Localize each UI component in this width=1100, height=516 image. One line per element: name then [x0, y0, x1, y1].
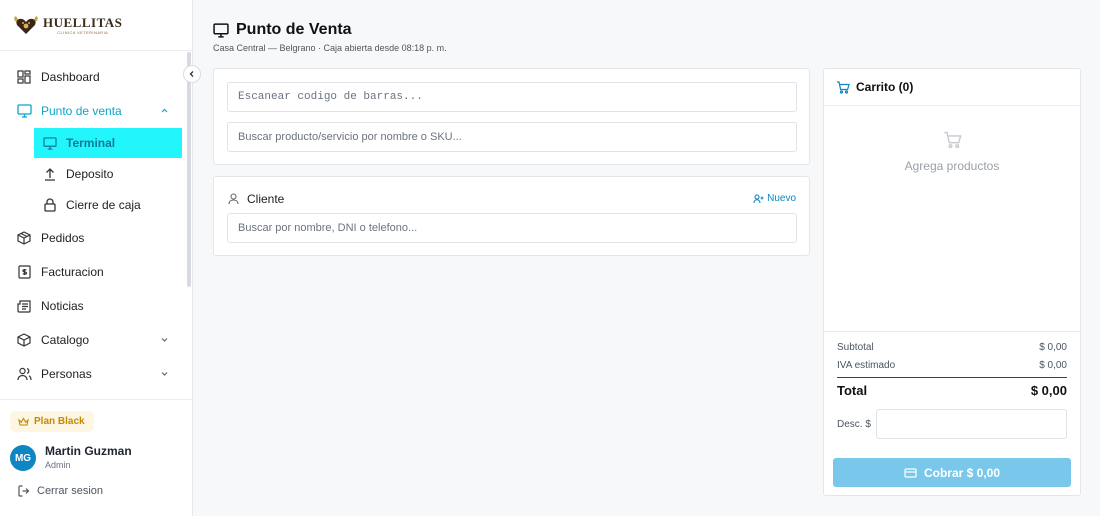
brand-name: HUELLITAS	[43, 14, 123, 30]
sidebar-footer: Plan Black MG Martin Guzman Admin Cerrar…	[0, 399, 192, 516]
cart-icon	[836, 80, 850, 94]
sidebar-item-label: Facturacion	[41, 265, 104, 279]
crown-icon	[18, 416, 29, 427]
subtotal-value: $ 0,00	[1039, 342, 1067, 353]
logout-icon	[18, 485, 30, 497]
total-row: Total $ 0,00	[837, 383, 1067, 398]
monitor-icon	[42, 135, 58, 151]
chevron-down-icon	[160, 333, 169, 347]
monitor-icon	[16, 103, 32, 119]
sidebar-item-pedidos[interactable]: Pedidos	[0, 221, 187, 255]
package-icon	[16, 230, 32, 246]
cart-empty-state: Agrega productos	[824, 131, 1080, 173]
sidebar-subitem-deposito[interactable]: Deposito	[34, 159, 182, 189]
barcode-input[interactable]: Escanear codigo de barras...	[227, 82, 797, 112]
logout-button[interactable]: Cerrar sesion	[18, 485, 103, 497]
client-card: Cliente Nuevo Buscar por nombre, DNI o t…	[213, 176, 810, 256]
plan-badge[interactable]: Plan Black	[10, 411, 94, 432]
iva-label: IVA estimado	[837, 360, 896, 371]
iva-value: $ 0,00	[1039, 360, 1067, 371]
sidebar-item-label: Dashboard	[41, 70, 100, 84]
user-plus-icon	[753, 193, 764, 204]
sidebar-subitem-label: Terminal	[66, 136, 116, 150]
sidebar-subitem-cierre-de-caja[interactable]: Cierre de caja	[34, 190, 182, 220]
brand-logo[interactable]: HUELLITAS CLINICA VETERINARIA	[0, 0, 192, 51]
sidebar-subitem-terminal[interactable]: Terminal	[34, 128, 182, 158]
charge-label: Cobrar $ 0,00	[923, 465, 1001, 480]
cart-panel: Carrito (0) Agrega productos Subtotal $ …	[823, 68, 1081, 496]
chevron-up-icon	[160, 104, 169, 118]
sidebar-item-label: Punto de venta	[41, 104, 122, 118]
collapse-sidebar-button[interactable]	[183, 65, 201, 83]
cart-icon	[943, 131, 962, 149]
product-search-input[interactable]: Buscar producto/servicio por nombre o SK…	[227, 122, 797, 152]
page-header: Punto de Venta Casa Central — Belgrano ·…	[213, 21, 447, 53]
product-search-placeholder: Buscar producto/servicio por nombre o SK…	[238, 131, 462, 143]
sidebar-item-facturacion[interactable]: Facturacion	[0, 255, 187, 289]
lock-icon	[42, 197, 58, 213]
box-icon	[16, 332, 32, 348]
client-search-input[interactable]: Buscar por nombre, DNI o telefono...	[227, 213, 797, 243]
sidebar-item-personas[interactable]: Personas	[0, 357, 187, 391]
subtotal-row: Subtotal $ 0,00	[837, 342, 1067, 353]
newspaper-icon	[16, 298, 32, 314]
paw-heart-logo-icon	[12, 13, 40, 37]
barcode-placeholder: Escanear codigo de barras...	[238, 91, 423, 103]
sidebar-item-punto-de-venta[interactable]: Punto de venta	[0, 94, 187, 128]
credit-card-icon	[904, 467, 917, 478]
chevron-left-icon	[188, 70, 196, 78]
cart-totals: Subtotal $ 0,00 IVA estimado $ 0,00 Tota…	[824, 331, 1080, 487]
plan-label: Plan Black	[34, 416, 85, 427]
discount-label: Desc. $	[837, 419, 871, 430]
sidebar-item-label: Personas	[41, 367, 92, 381]
invoice-icon	[16, 264, 32, 280]
logout-label: Cerrar sesion	[37, 485, 104, 497]
totals-divider	[837, 377, 1067, 378]
client-title: Cliente	[247, 192, 285, 206]
page-title: Punto de Venta	[236, 21, 352, 38]
sidebar-nav: Dashboard Punto de venta Terminal Deposi…	[0, 60, 187, 391]
sidebar-item-label: Catalogo	[41, 333, 90, 347]
sidebar: HUELLITAS CLINICA VETERINARIA Dashboard …	[0, 0, 193, 516]
total-label: Total	[837, 383, 868, 398]
user-icon	[228, 193, 239, 205]
sidebar-subitem-label: Cierre de caja	[66, 198, 141, 212]
avatar[interactable]: MG	[10, 445, 36, 471]
sidebar-item-label: Pedidos	[41, 231, 85, 245]
discount-input[interactable]	[876, 409, 1067, 439]
cart-header: Carrito (0)	[824, 69, 1080, 106]
client-search-placeholder: Buscar por nombre, DNI o telefono...	[238, 222, 418, 234]
cart-empty-text: Agrega productos	[904, 159, 1000, 173]
user-role: Admin	[45, 460, 71, 470]
dashboard-icon	[16, 69, 32, 85]
sidebar-subitem-label: Deposito	[66, 167, 114, 181]
chevron-down-icon	[160, 367, 169, 381]
cart-title: Carrito (0)	[856, 80, 914, 94]
charge-button[interactable]: Cobrar $ 0,00	[833, 458, 1071, 487]
new-client-button[interactable]: Nuevo	[753, 193, 796, 204]
upload-icon	[42, 166, 58, 182]
users-icon	[16, 366, 32, 382]
page-subtitle: Casa Central — Belgrano · Caja abierta d…	[213, 43, 447, 53]
sidebar-scrollbar[interactable]	[187, 52, 191, 287]
subtotal-label: Subtotal	[837, 342, 874, 353]
monitor-icon	[213, 22, 229, 38]
search-card: Escanear codigo de barras... Buscar prod…	[213, 68, 810, 165]
brand-tagline: CLINICA VETERINARIA	[57, 29, 109, 35]
new-client-label: Nuevo	[767, 193, 796, 204]
sidebar-item-dashboard[interactable]: Dashboard	[0, 60, 187, 94]
user-name: Martin Guzman	[45, 444, 132, 458]
sidebar-item-noticias[interactable]: Noticias	[0, 289, 187, 323]
iva-row: IVA estimado $ 0,00	[837, 360, 1067, 371]
sidebar-item-catalogo[interactable]: Catalogo	[0, 323, 187, 357]
sidebar-item-label: Noticias	[41, 299, 84, 313]
total-value: $ 0,00	[1030, 383, 1067, 398]
